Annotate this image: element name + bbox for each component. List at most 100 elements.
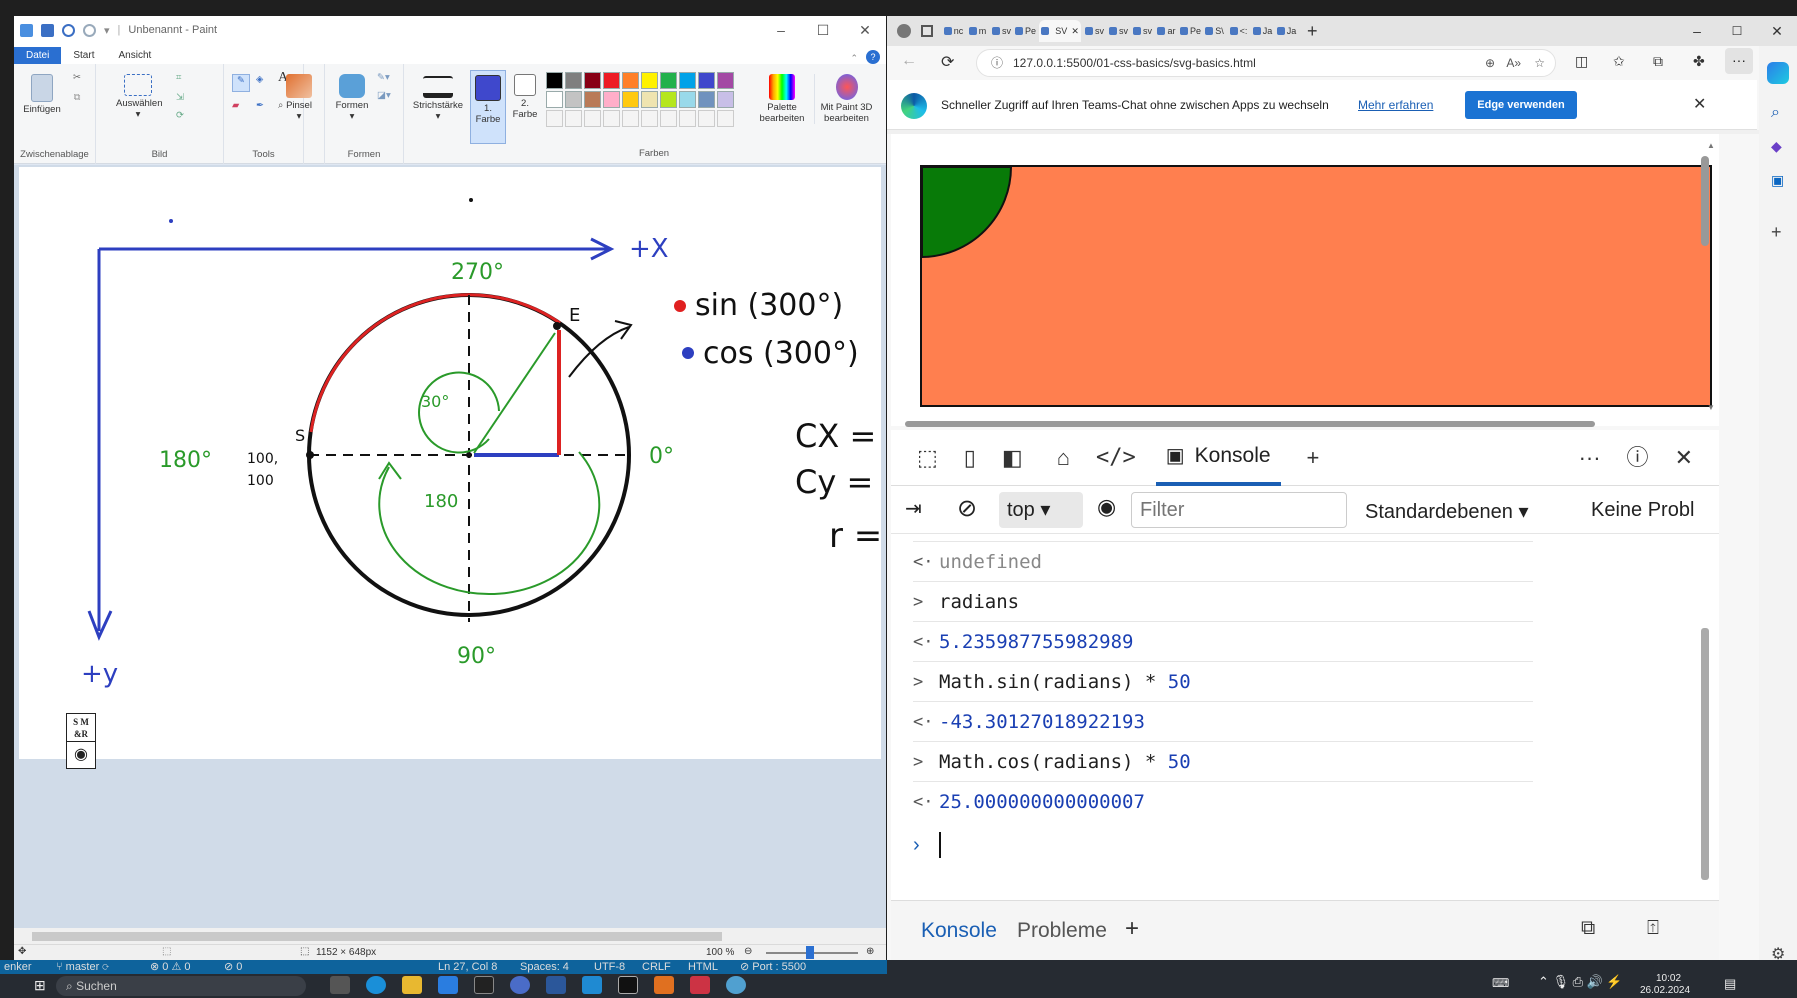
palette-swatch-empty[interactable] (622, 110, 639, 127)
shapes-button[interactable]: Formen ▾ (333, 74, 371, 122)
zoom-out-icon[interactable]: ⊖ (744, 946, 752, 957)
palette-swatch[interactable] (565, 72, 582, 89)
collections-icon[interactable]: ⧉ (1653, 53, 1663, 70)
browser-tab[interactable]: S\ (1204, 20, 1225, 42)
console-filter-input[interactable] (1131, 492, 1347, 528)
tab-ansicht[interactable]: Ansicht (106, 47, 163, 64)
palette-swatch[interactable] (584, 72, 601, 89)
banner-link[interactable]: Mehr erfahren (1358, 98, 1433, 112)
drawing-canvas[interactable]: +X +y 270° 0° 180° 90° 30° 180 100, 100 … (19, 167, 881, 759)
task-view-icon[interactable] (330, 976, 350, 994)
profile-avatar[interactable] (897, 24, 911, 38)
palette-swatch-empty[interactable] (546, 110, 563, 127)
paint3d-button[interactable]: Mit Paint 3D bearbeiten (814, 74, 878, 124)
edge-close[interactable]: ✕ (1757, 23, 1797, 40)
browser-tab[interactable]: Ja (1276, 20, 1297, 42)
copy-icon[interactable]: ⧉ (70, 92, 84, 103)
more-tools-icon[interactable]: ··· (1579, 430, 1601, 486)
sidebar-add-icon[interactable]: + (1771, 222, 1782, 243)
tab-actions-icon[interactable] (921, 25, 933, 37)
chrome-icon[interactable] (726, 976, 746, 994)
palette-swatch[interactable] (622, 91, 639, 108)
system-tray-icons[interactable]: ⌃ 🎙 ⎙ 🔊 ⚡ (1538, 974, 1623, 990)
browser-tab[interactable]: <: (1228, 20, 1249, 42)
device-emulation-icon[interactable]: ▯ (964, 430, 976, 486)
eraser-icon[interactable]: ▰ (232, 100, 239, 111)
welcome-home-icon[interactable]: ⌂ (1057, 430, 1070, 486)
browser-tab[interactable]: m (967, 20, 988, 42)
palette-swatch-empty[interactable] (641, 110, 658, 127)
palette-swatch[interactable] (717, 91, 734, 108)
cursor-position[interactable]: Ln 27, Col 8 (438, 960, 497, 974)
browser-tab[interactable]: Pe (1015, 20, 1036, 42)
edge-verwenden-button[interactable]: Edge verwenden (1465, 91, 1577, 119)
drawer-tab-probleme[interactable]: Probleme (1017, 919, 1107, 943)
browser-tab[interactable]: Ja (1252, 20, 1273, 42)
edit-palette-button[interactable]: Palette bearbeiten (756, 74, 808, 124)
back-icon[interactable]: ← (901, 52, 917, 70)
drawer-tab-konsole[interactable]: Konsole (921, 919, 997, 943)
console-scrollbar-thumb[interactable] (1701, 628, 1709, 880)
palette-swatch[interactable] (698, 72, 715, 89)
help-circle-icon[interactable]: ⓘ (1627, 430, 1649, 486)
palette-swatch[interactable] (565, 91, 582, 108)
search-icon[interactable]: ⌕ (1771, 104, 1780, 122)
word-icon[interactable] (510, 976, 530, 994)
palette-swatch[interactable] (660, 91, 677, 108)
word-doc-icon[interactable] (546, 976, 566, 994)
store-icon[interactable] (438, 976, 458, 994)
clock-time[interactable]: 10:02 (1656, 973, 1681, 985)
terminal-icon[interactable] (474, 976, 494, 994)
zoom-icon[interactable]: ⊕ (1485, 50, 1495, 76)
tab-start[interactable]: Start (61, 47, 106, 64)
palette-swatch[interactable] (603, 91, 620, 108)
collapse-ribbon-icon[interactable]: ⌃ (850, 53, 858, 64)
tools-icon[interactable]: ◆ (1771, 138, 1782, 155)
outlook-icon[interactable]: ▣ (1771, 172, 1784, 189)
browser-tab[interactable]: sv (1132, 20, 1153, 42)
tab-close-icon[interactable]: ✕ (1071, 26, 1079, 37)
stroke-width-button[interactable]: Strichstärke ▾ (408, 74, 468, 122)
paint-hscrollbar[interactable] (14, 928, 886, 944)
log-levels-dropdown[interactable]: Standardebenen ▾ (1365, 499, 1529, 524)
cut-icon[interactable]: ✂ (70, 72, 84, 83)
browser-tab[interactable]: Pe (1180, 20, 1201, 42)
banner-close-icon[interactable]: ✕ (1693, 94, 1706, 114)
copilot-icon[interactable] (1767, 62, 1789, 84)
rotate-icon[interactable]: ⟳ (176, 110, 184, 121)
clock-date[interactable]: 26.02.2024 (1640, 985, 1690, 997)
favorites-icon[interactable]: ✩ (1613, 53, 1625, 70)
palette-swatch[interactable] (584, 91, 601, 108)
indentation[interactable]: Spaces: 4 (520, 960, 569, 974)
color1-button[interactable]: 1. Farbe (470, 70, 506, 144)
color2-button[interactable]: 2. Farbe (508, 74, 542, 120)
palette-swatch[interactable] (603, 72, 620, 89)
clear-console-icon[interactable]: ⊘ (957, 494, 977, 523)
browser-tab[interactable]: sv (1084, 20, 1105, 42)
redo-icon[interactable] (83, 23, 96, 37)
outline-icon[interactable]: ✎▾ (377, 72, 390, 83)
palette-swatch[interactable] (660, 72, 677, 89)
browser-tab[interactable]: nc (943, 20, 964, 42)
minimize-button[interactable]: – (760, 16, 802, 44)
encoding[interactable]: UTF-8 (594, 960, 625, 974)
select-button[interactable]: Auswählen ▾ (116, 74, 162, 120)
palette-swatch[interactable] (641, 91, 658, 108)
browser-tab[interactable]: SV ✕ (1039, 20, 1081, 42)
issues-counter[interactable]: Keine Probl (1591, 499, 1694, 522)
close-button[interactable]: ✕ (844, 16, 886, 44)
favorite-star-icon[interactable]: ☆ (1534, 50, 1545, 76)
zoom-slider-thumb[interactable] (806, 946, 814, 959)
dock-icon[interactable]: ◧ (1002, 430, 1023, 486)
live-expression-eye-icon[interactable]: ◉ (1097, 494, 1116, 520)
ports-count[interactable]: ⊘ 0 (224, 960, 242, 974)
console-tab[interactable]: ▣ Konsole (1155, 430, 1281, 486)
notification-icon[interactable]: ▤ (1724, 976, 1736, 992)
drawer-add-icon[interactable]: + (1125, 915, 1139, 943)
elements-tab-icon[interactable]: </> (1096, 430, 1136, 486)
zoom-in-icon[interactable]: ⊕ (866, 946, 874, 957)
palette-swatch[interactable] (641, 72, 658, 89)
maximize-button[interactable]: ☐ (802, 16, 844, 44)
drawer-collapse-icon[interactable]: ⍐ (1647, 917, 1659, 940)
extensions-icon[interactable]: ✤ (1693, 53, 1705, 70)
